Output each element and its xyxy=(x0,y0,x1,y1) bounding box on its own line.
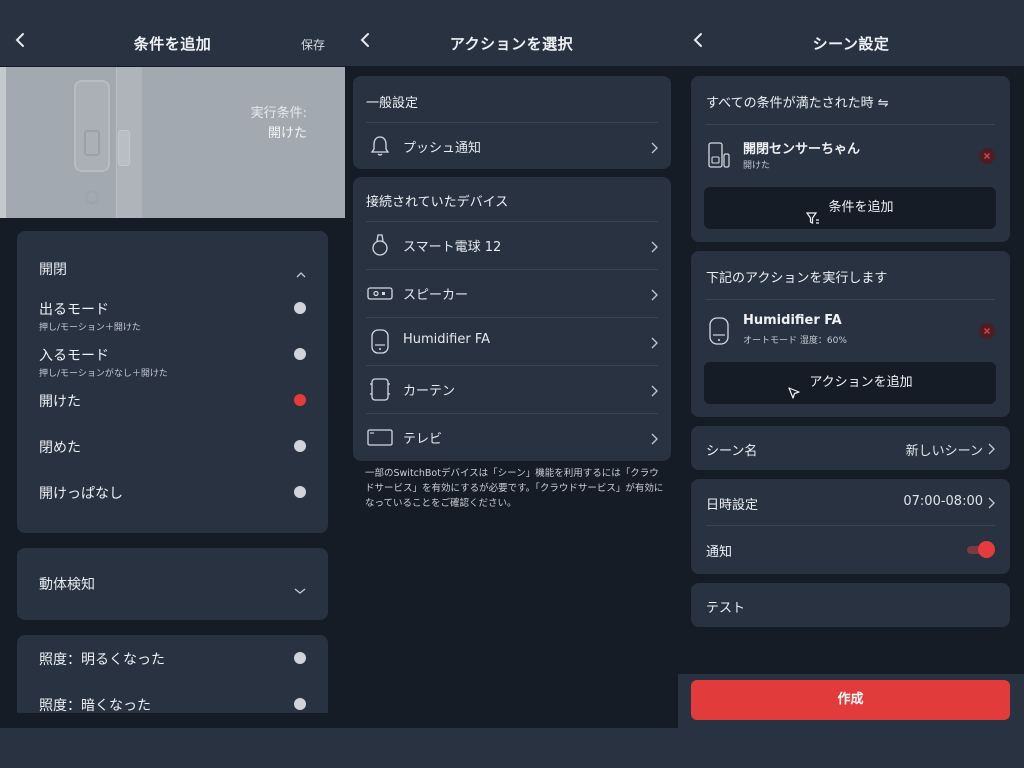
radio-button[interactable] xyxy=(294,486,306,498)
navbar: 条件を追加 保存 xyxy=(0,0,345,66)
contact-sensor-graphic xyxy=(118,130,130,166)
add-condition-button[interactable]: 条件を追加 xyxy=(704,187,996,229)
conditions-title: すべての条件が満たされた時 ⇋ xyxy=(706,96,889,111)
section-title: 動体検知 xyxy=(39,577,95,593)
actions-card: 下記のアクションを実行します Humidifier FA オートモード 湿度：6… xyxy=(691,251,1010,417)
schedule-notify-card: 日時設定 07:00-08:00 通知 xyxy=(691,479,1010,574)
chevron-right-icon xyxy=(987,497,995,509)
actions-title: 下記のアクションを実行します xyxy=(706,271,888,286)
action-item-smart-bulb[interactable]: スマート電球 12 xyxy=(353,221,671,267)
group-title: 一般設定 xyxy=(366,96,419,111)
condition-option-left-open[interactable]: 開けっぱなし xyxy=(39,483,306,507)
speaker-icon xyxy=(367,280,393,306)
radio-button[interactable] xyxy=(294,652,306,664)
action-item-push-notification[interactable]: プッシュ通知 xyxy=(353,122,671,168)
action-item-tv[interactable]: テレビ xyxy=(353,413,671,459)
open-close-section: 開閉 出るモード 押し/モーション＋開けた 入るモード 押し/モーションがなし＋… xyxy=(17,231,328,533)
contact-sensor-icon xyxy=(706,140,732,170)
page-title: シーン設定 xyxy=(812,35,890,53)
remove-icon[interactable] xyxy=(979,323,995,339)
bell-icon xyxy=(367,133,393,159)
radio-button[interactable] xyxy=(294,440,306,452)
section-title: 開閉 xyxy=(39,262,67,278)
humidifier-icon xyxy=(706,315,732,345)
chevron-right-icon xyxy=(650,139,658,154)
create-button[interactable]: 作成 xyxy=(691,680,1010,720)
add-condition-panel: 条件を追加 保存 実行条件: 開けた 開閉 出るモード 押し/モーション＋開けた… xyxy=(0,0,345,728)
conditions-card: すべての条件が満たされた時 ⇋ 開閉センサーちゃん 開けた 条件を追加 xyxy=(691,76,1010,242)
action-item-humidifier[interactable]: Humidifier FA xyxy=(353,317,671,363)
bulb-icon xyxy=(367,232,393,258)
chevron-right-icon xyxy=(650,238,658,253)
save-button[interactable]: 保存 xyxy=(301,36,325,53)
trigger-condition-label: 実行条件: 開けた xyxy=(250,106,307,141)
page-title: 条件を追加 xyxy=(133,35,212,53)
general-settings-group: 一般設定 プッシュ通知 xyxy=(353,76,671,169)
cloud-service-note: 一部のSwitchBotデバイスは「シーン」機能を利用するには「クラウドサービス… xyxy=(365,468,664,509)
scene-settings-panel: シーン設定 すべての条件が満たされた時 ⇋ 開閉センサーちゃん 開けた 条件を追… xyxy=(678,0,1024,728)
condition-option-opened[interactable]: 開けた xyxy=(39,391,306,415)
device-photo: 実行条件: 開けた xyxy=(0,67,345,218)
radio-button[interactable] xyxy=(294,348,306,360)
navbar: アクションを選択 xyxy=(345,0,678,66)
notify-toggle[interactable] xyxy=(967,541,995,559)
chevron-right-icon xyxy=(650,286,658,301)
radio-button[interactable] xyxy=(294,698,306,710)
action-device-row[interactable]: Humidifier FA オートモード 湿度：60% xyxy=(706,311,995,351)
curtain-icon xyxy=(367,376,393,402)
group-title: 接続されていたデバイス xyxy=(366,195,509,210)
tv-icon xyxy=(367,424,393,450)
condition-option-closed[interactable]: 閉めた xyxy=(39,437,306,461)
chevron-right-icon xyxy=(987,443,995,455)
condition-option-enter-mode[interactable]: 入るモード 押し/モーションがなし＋開けた xyxy=(39,345,306,381)
test-row[interactable]: テスト xyxy=(691,583,1010,627)
notify-row: 通知 xyxy=(706,541,995,563)
scene-name-row[interactable]: シーン名 新しいシーン xyxy=(691,426,1010,470)
condition-option-brighter[interactable]: 照度：明るくなった xyxy=(39,649,306,673)
bottom-strip xyxy=(0,728,1024,768)
collapse-icon[interactable] xyxy=(296,264,306,278)
chevron-right-icon xyxy=(650,430,658,445)
chevron-down-icon[interactable] xyxy=(294,580,306,594)
schedule-row[interactable]: 日時設定 07:00-08:00 xyxy=(706,494,995,516)
condition-device-row[interactable]: 開閉センサーちゃん 開けた xyxy=(706,136,995,176)
action-item-curtain[interactable]: カーテン xyxy=(353,365,671,411)
radio-button[interactable] xyxy=(294,302,306,314)
condition-option-exit-mode[interactable]: 出るモード 押し/モーション＋開けた xyxy=(39,299,306,335)
remove-icon[interactable] xyxy=(979,148,995,164)
radio-button-selected[interactable] xyxy=(294,394,306,406)
chevron-right-icon xyxy=(650,334,658,349)
action-item-speaker[interactable]: スピーカー xyxy=(353,269,671,315)
cursor-icon xyxy=(787,376,801,399)
smart-lock-graphic xyxy=(74,80,110,172)
navbar: シーン設定 xyxy=(678,0,1024,66)
chevron-right-icon xyxy=(650,382,658,397)
humidifier-icon xyxy=(367,328,393,354)
add-action-button[interactable]: アクションを追加 xyxy=(704,362,996,404)
filter-icon xyxy=(806,201,820,224)
select-action-panel: アクションを選択 一般設定 プッシュ通知 接続されていたデバイス スマート電球 … xyxy=(345,0,678,728)
connected-devices-group: 接続されていたデバイス スマート電球 12 スピーカー Humidifier F… xyxy=(353,177,671,461)
motion-section[interactable]: 動体検知 xyxy=(17,548,328,620)
page-title: アクションを選択 xyxy=(449,35,574,53)
